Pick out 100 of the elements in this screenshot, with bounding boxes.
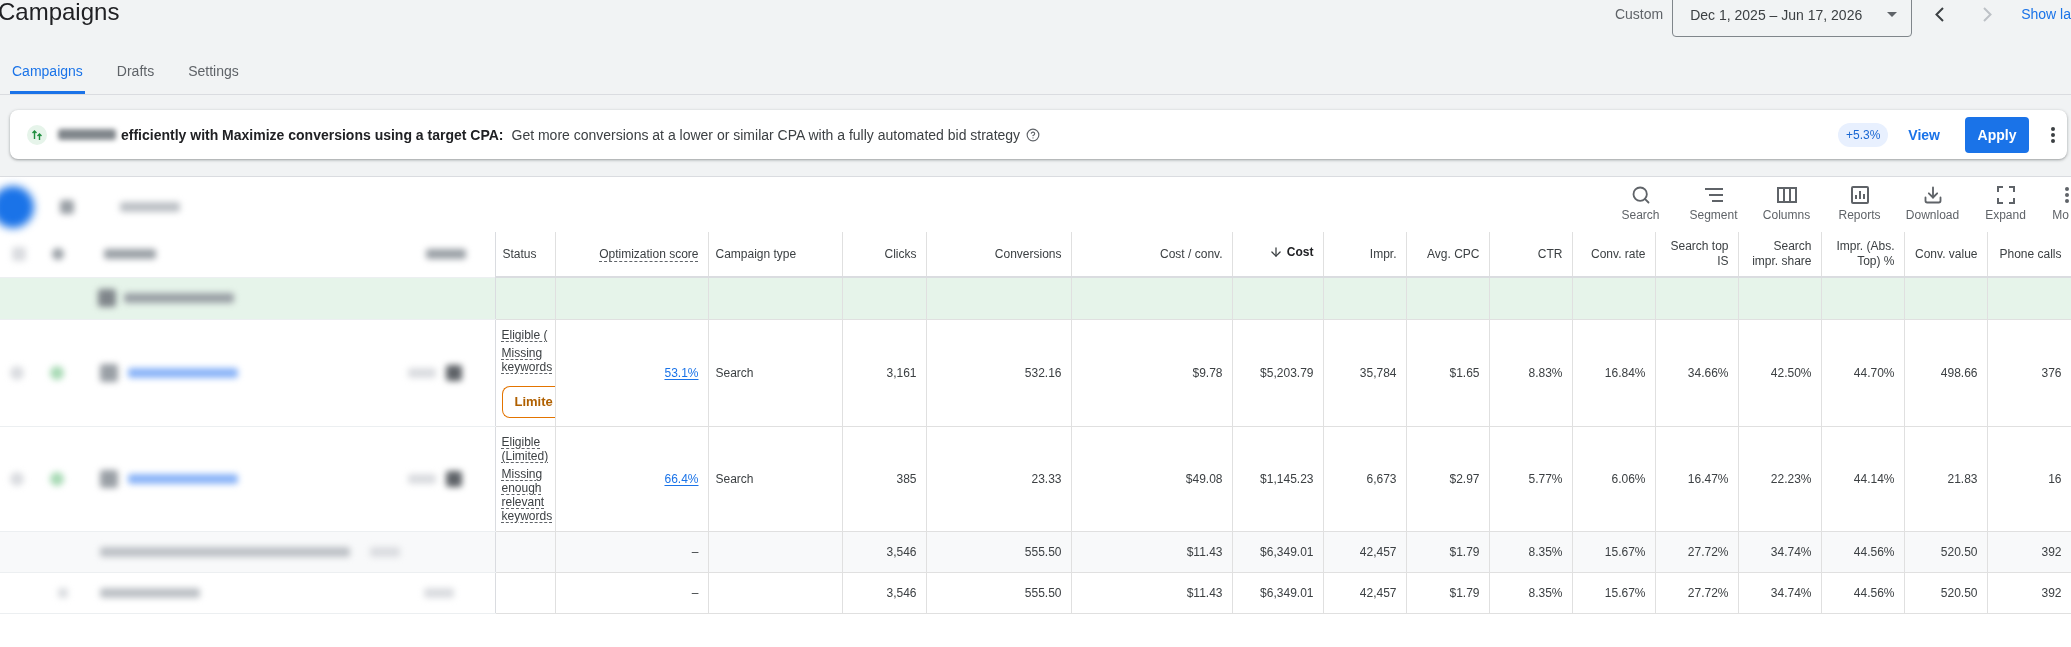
banner-headline: efficiently with Maximize conversions using a target CPA:: [121, 126, 504, 143]
blurred-text: [408, 473, 436, 484]
table-cell: 44.56%: [1821, 531, 1904, 572]
up-arrows-icon: [27, 124, 47, 145]
sort-down-icon: [1268, 245, 1283, 260]
table-cell: 3,546: [842, 572, 926, 613]
blurred-icon: [446, 470, 462, 487]
blurred-icon: [50, 365, 64, 380]
table-cell: 42,457: [1323, 531, 1406, 572]
table-cell: 392: [1987, 531, 2071, 572]
help-icon[interactable]: [1026, 127, 1041, 142]
tab[interactable]: Campaigns: [10, 50, 85, 94]
toolbar-button[interactable]: Reports: [1823, 185, 1896, 222]
download-icon: [1922, 185, 1943, 205]
blurred-text: [58, 129, 116, 140]
score-link[interactable]: 53.1%: [664, 365, 699, 380]
table-cell: 520.50: [1904, 572, 1987, 613]
page-title: Campaigns: [0, 0, 120, 27]
table-cell: 42,457: [1323, 572, 1406, 613]
table-cell: 8.35%: [1489, 531, 1572, 572]
tab[interactable]: Drafts: [114, 50, 157, 94]
table-cell: Search: [708, 319, 842, 426]
table-cell: 35,784: [1323, 319, 1406, 426]
blurred-circle-icon: [0, 186, 34, 228]
table-cell: 34.66%: [1655, 319, 1738, 426]
banner-text: Get more conversions at a lower or similar CPA with a fully automated bid strategy: [511, 126, 1021, 143]
table-cell: 385: [842, 426, 926, 531]
table-cell: 376: [1987, 319, 2071, 426]
table-cell: $11.43: [1071, 572, 1232, 613]
blurred-icon: [10, 365, 24, 380]
table-cell: 6,673: [1323, 426, 1406, 531]
toolbar-button[interactable]: Columns: [1750, 185, 1823, 222]
blurred-icon: [12, 247, 26, 262]
blurred-text: [104, 249, 156, 260]
table-cell: $49.08: [1071, 426, 1232, 531]
blurred-text: [408, 367, 436, 378]
fullscreen-icon: [1996, 186, 2015, 204]
more-icon: [2051, 126, 2055, 143]
status-text: Eligible (Limited): [501, 434, 549, 463]
table-cell: 34.74%: [1738, 572, 1821, 613]
table-cell: $6,349.01: [1232, 572, 1323, 613]
toolbar-button[interactable]: Segment: [1677, 185, 1750, 222]
table-cell: 44.70%: [1821, 319, 1904, 426]
toolbar-button[interactable]: Download: [1896, 185, 1969, 222]
caret-down-icon: [1887, 12, 1898, 17]
table-cell: 44.14%: [1821, 426, 1904, 531]
score-link[interactable]: 66.4%: [664, 471, 699, 486]
table-cell: $1.79: [1406, 572, 1489, 613]
table-cell: Search: [708, 426, 842, 531]
table-cell: –: [555, 531, 708, 572]
table-cell: $2.97: [1406, 426, 1489, 531]
table-cell: 16.84%: [1572, 319, 1655, 426]
apply-button[interactable]: Apply: [1965, 116, 2029, 153]
date-range-dropdown[interactable]: Dec 1, 2025 – Jun 17, 2026: [1672, 0, 1913, 37]
show-link[interactable]: Show la: [2021, 2, 2071, 22]
blurred-icon: [50, 471, 64, 486]
chevron-left-icon: [1934, 6, 1944, 22]
status-reason-text: Missing enough relevant keywords: [501, 466, 553, 523]
table-cell: $1,145.23: [1232, 426, 1323, 531]
table-cell: 8.83%: [1489, 319, 1572, 426]
toolbar-button[interactable]: Expand: [1969, 185, 2042, 222]
table-cell: 3,161: [842, 319, 926, 426]
table-cell: –: [555, 572, 708, 613]
table-cell: 21.83: [1904, 426, 1987, 531]
blurred-text: [370, 546, 400, 557]
blurred-icon: [100, 363, 118, 382]
blurred-icon: [98, 289, 116, 307]
table-cell: $6,349.01: [1232, 531, 1323, 572]
table-cell: 15.67%: [1572, 572, 1655, 613]
table-cell: 16.47%: [1655, 426, 1738, 531]
more-button[interactable]: [2051, 126, 2055, 143]
table-cell: 3,546: [842, 531, 926, 572]
table-cell: $1.79: [1406, 531, 1489, 572]
table-cell: 42.50%: [1738, 319, 1821, 426]
toolbar-button[interactable]: Mo: [2046, 185, 2071, 222]
table-cell: 15.67%: [1572, 531, 1655, 572]
chevron-right-icon: [1982, 6, 1992, 22]
table-cell: 22.23%: [1738, 426, 1821, 531]
table-cell: $1.65: [1406, 319, 1489, 426]
table-cell: 27.72%: [1655, 572, 1738, 613]
table-cell: 23.33: [926, 426, 1071, 531]
table-cell: 8.35%: [1489, 572, 1572, 613]
date-preset-label: Custom: [1614, 5, 1664, 22]
tab[interactable]: Settings: [186, 50, 241, 94]
table-cell: $5,203.79: [1232, 319, 1323, 426]
table-cell: 555.50: [926, 531, 1071, 572]
table-cell: $9.78: [1071, 319, 1232, 426]
blurred-text: [58, 587, 68, 598]
view-link[interactable]: View: [1908, 126, 1940, 143]
status-reason-text: Missing keywords: [501, 345, 553, 374]
status-chip[interactable]: Limite: [501, 385, 555, 418]
status-text: Eligible (: [501, 327, 548, 342]
blurred-text: [426, 249, 466, 260]
uplift-chip: +5.3%: [1838, 122, 1889, 147]
table-cell: 520.50: [1904, 531, 1987, 572]
toolbar-button[interactable]: Search: [1604, 185, 1677, 222]
blurred-icon: [10, 471, 24, 486]
blurred-text: [120, 202, 180, 212]
table-cell: 16: [1987, 426, 2071, 531]
lines-icon: [1703, 188, 1724, 202]
